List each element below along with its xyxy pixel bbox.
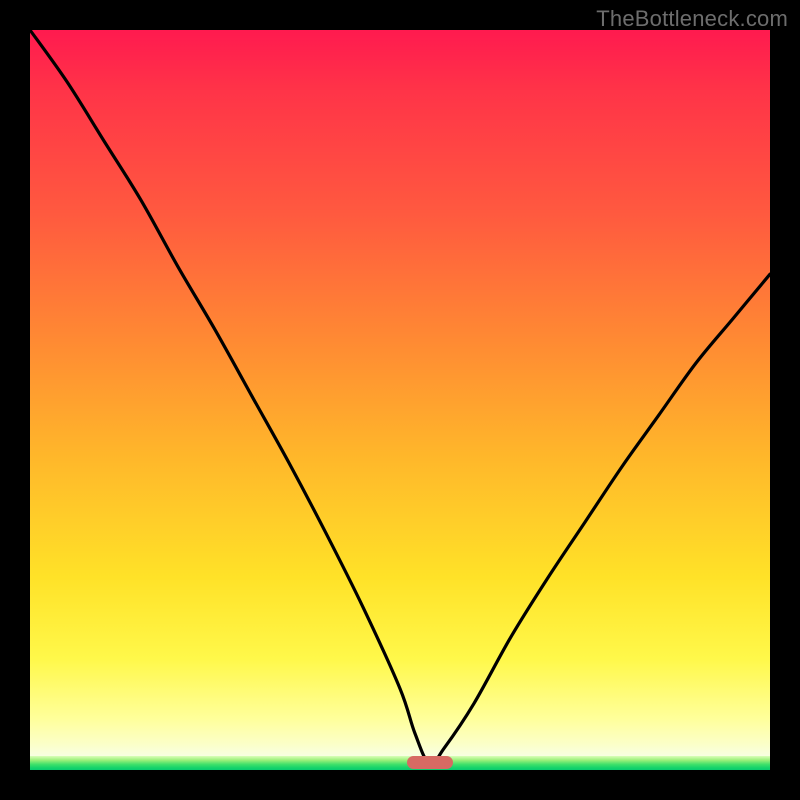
- bottleneck-curve: [30, 30, 770, 770]
- chart-frame: TheBottleneck.com: [0, 0, 800, 800]
- optimum-marker: [407, 756, 453, 769]
- plot-area: [30, 30, 770, 770]
- watermark-text: TheBottleneck.com: [596, 6, 788, 32]
